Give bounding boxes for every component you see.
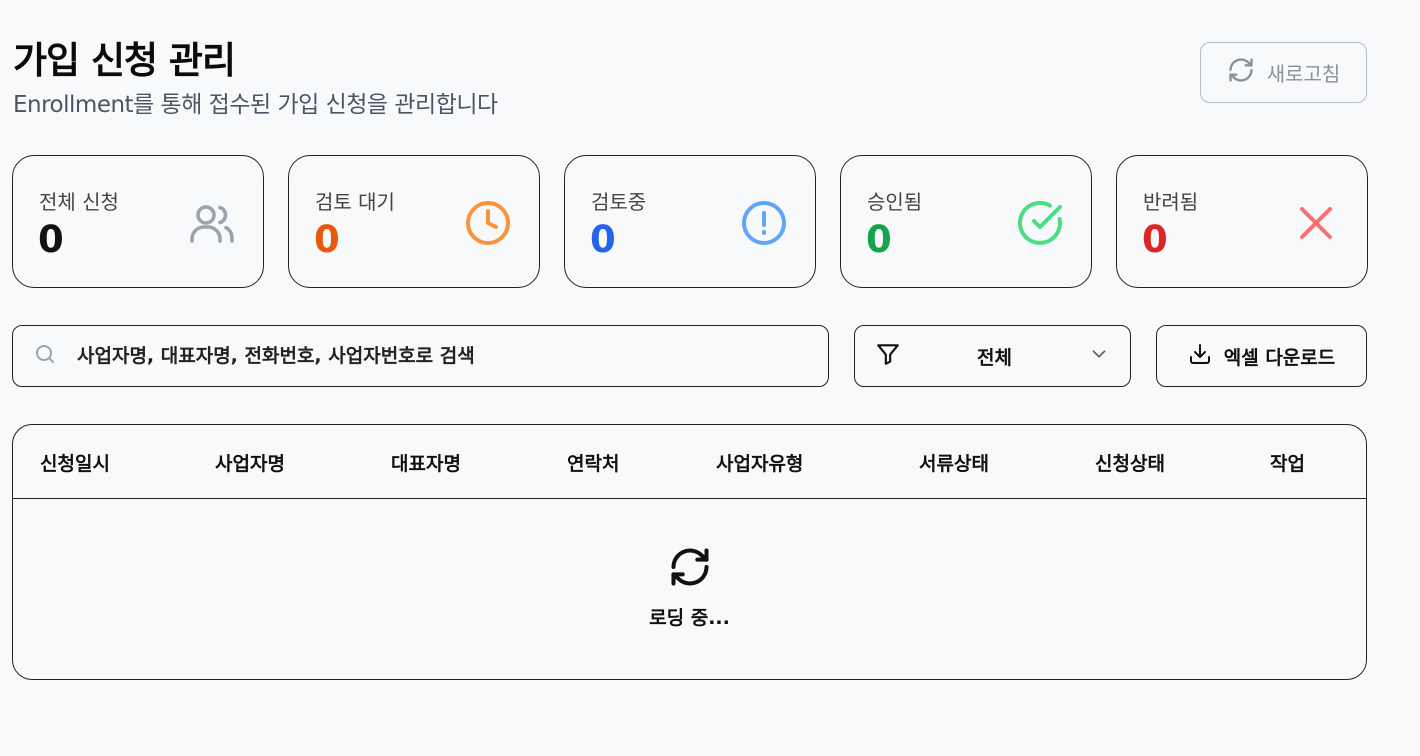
clock-icon: [463, 198, 513, 248]
stat-label: 반려됨: [1143, 190, 1199, 214]
stat-card-reviewing: 검토중 0: [564, 155, 816, 288]
stat-label: 검토중: [591, 190, 647, 214]
refresh-button[interactable]: 새로고침: [1200, 42, 1367, 103]
column-header-application-status[interactable]: 신청상태: [1095, 449, 1165, 476]
stat-value: 0: [314, 218, 340, 261]
loading-text: 로딩 중...: [649, 607, 730, 629]
excel-download-label: 엑셀 다운로드: [1223, 346, 1336, 369]
column-header-document-status[interactable]: 서류상태: [919, 449, 989, 476]
table-header: 신청일시 사업자명 대표자명 연락처 사업자유형 서류상태 신청상태 작업: [13, 425, 1366, 499]
users-icon: [187, 198, 237, 248]
alert-circle-icon: [739, 198, 789, 248]
stat-value: 0: [1142, 218, 1168, 261]
loading-spinner-icon: [668, 545, 712, 593]
stat-label: 검토 대기: [315, 190, 395, 214]
stat-value: 0: [590, 218, 616, 261]
loading-indicator: 로딩 중...: [13, 545, 1366, 630]
stat-card-rejected: 반려됨 0: [1116, 155, 1368, 288]
check-circle-icon: [1015, 198, 1065, 248]
excel-download-button[interactable]: 엑셀 다운로드: [1156, 325, 1367, 387]
chevron-down-icon: [1088, 343, 1110, 369]
column-header-business-name[interactable]: 사업자명: [215, 449, 285, 476]
column-header-contact[interactable]: 연락처: [567, 449, 619, 476]
search-icon: [33, 342, 57, 370]
stat-card-pending: 검토 대기 0: [288, 155, 540, 288]
filter-value: 전체: [977, 346, 1012, 369]
column-header-representative[interactable]: 대표자명: [391, 449, 461, 476]
download-icon: [1188, 342, 1212, 371]
stat-card-approved: 승인됨 0: [840, 155, 1092, 288]
x-icon: [1291, 198, 1341, 248]
search-input[interactable]: [77, 345, 817, 367]
filter-icon: [875, 341, 901, 371]
refresh-icon: [1227, 56, 1255, 89]
refresh-label: 새로고침: [1266, 62, 1341, 86]
stat-card-total: 전체 신청 0: [12, 155, 264, 288]
stat-label: 승인됨: [867, 190, 923, 214]
search-box: [12, 325, 829, 387]
stat-value: 0: [866, 218, 892, 261]
column-header-actions: 작업: [1270, 453, 1305, 475]
column-header-date[interactable]: 신청일시: [40, 449, 110, 476]
page-subtitle: Enrollment를 통해 접수된 가입 신청을 관리합니다: [13, 92, 498, 118]
page-title: 가입 신청 관리: [13, 39, 236, 82]
status-filter-select[interactable]: 전체: [854, 325, 1131, 387]
stat-value: 0: [38, 218, 64, 261]
column-header-business-type[interactable]: 사업자유형: [716, 449, 803, 476]
stat-label: 전체 신청: [39, 190, 119, 214]
enrollment-table: 신청일시 사업자명 대표자명 연락처 사업자유형 서류상태 신청상태 작업 로딩…: [12, 424, 1367, 680]
